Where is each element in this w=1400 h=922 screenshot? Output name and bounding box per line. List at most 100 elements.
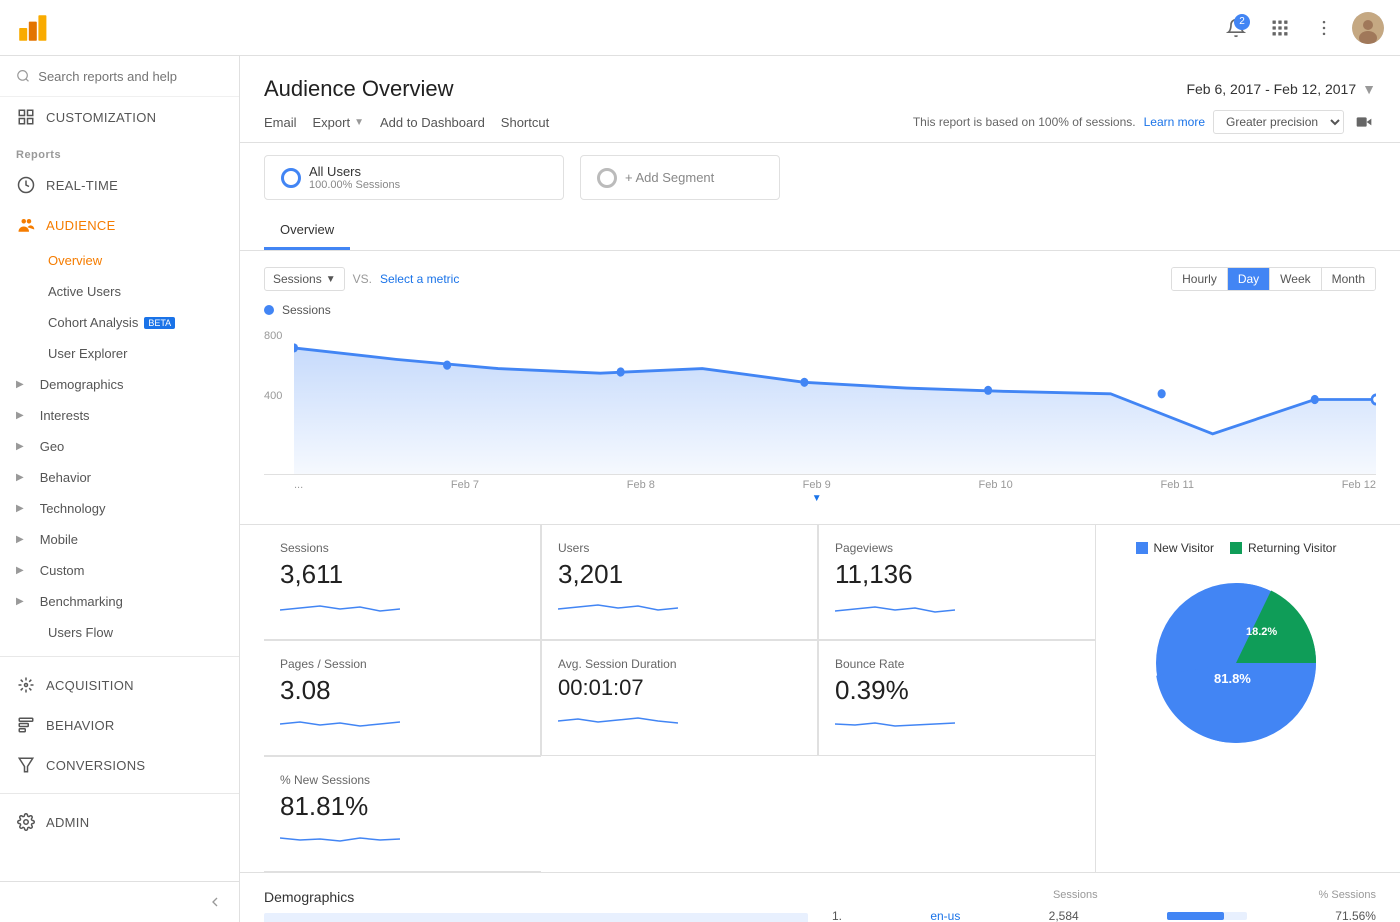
metric-avg-duration: Avg. Session Duration 00:01:07 <box>541 640 818 756</box>
x-label-feb8: Feb 8 <box>627 479 655 504</box>
sidebar-item-technology[interactable]: ▶ Technology <box>0 493 239 524</box>
avg-duration-sparkline <box>558 707 678 731</box>
expand-arrow-icon: ▶ <box>16 441 24 452</box>
sidebar-item-acquisition[interactable]: ACQUISITION <box>0 665 239 705</box>
precision-select[interactable]: Greater precision <box>1213 110 1344 134</box>
metrics-grid: Sessions 3,611 Users 3,201 Pageviews 11,… <box>264 525 1096 872</box>
help-icon[interactable] <box>1352 110 1376 134</box>
sidebar-item-behavior[interactable]: ▶ Behavior <box>0 462 239 493</box>
metric-bounce-rate-value: 0.39% <box>835 675 1079 706</box>
shortcut-button[interactable]: Shortcut <box>501 111 549 134</box>
time-btn-week[interactable]: Week <box>1270 268 1321 290</box>
metric-users-name: Users <box>558 541 801 555</box>
tab-bar: Overview <box>240 212 1400 251</box>
admin-icon <box>16 812 36 832</box>
content-header: Audience Overview Feb 6, 2017 - Feb 12, … <box>240 56 1400 102</box>
metrics-pie-row: Sessions 3,611 Users 3,201 Pageviews 11,… <box>240 524 1400 872</box>
sidebar-item-benchmarking[interactable]: ▶ Benchmarking <box>0 586 239 617</box>
returning-visitor-legend: Returning Visitor <box>1230 541 1337 555</box>
metric-sessions-name: Sessions <box>280 541 524 555</box>
grid-icon[interactable] <box>1264 12 1296 44</box>
sidebar-item-user-explorer[interactable]: User Explorer <box>0 338 239 369</box>
expand-arrow-icon: ▶ <box>16 410 24 421</box>
expand-arrow-icon: ▶ <box>16 534 24 545</box>
add-segment-button[interactable]: + Add Segment <box>580 155 780 200</box>
export-button[interactable]: Export <box>313 111 351 134</box>
learn-more-link[interactable]: Learn more <box>1144 115 1205 129</box>
export-dropdown[interactable]: Export ▼ <box>313 111 364 134</box>
sidebar-item-users-flow[interactable]: Users Flow <box>0 617 239 648</box>
y-label-400: 400 <box>264 390 282 402</box>
customization-icon <box>16 107 36 127</box>
pie-chart-container: New Visitor Returning Visitor <box>1096 525 1376 872</box>
time-btn-month[interactable]: Month <box>1322 268 1375 290</box>
metric-chevron-icon: ▼ <box>326 274 336 285</box>
time-btn-hourly[interactable]: Hourly <box>1172 268 1228 290</box>
sidebar-item-interests[interactable]: ▶ Interests <box>0 400 239 431</box>
pageviews-sparkline <box>835 596 955 620</box>
metric-users-value: 3,201 <box>558 559 801 590</box>
sidebar-search[interactable] <box>0 56 239 97</box>
sidebar-item-conversions[interactable]: CONVERSIONS <box>0 745 239 785</box>
x-label-feb9: Feb 9 ▼ <box>803 479 831 504</box>
segment-all-users[interactable]: All Users 100.00% Sessions <box>264 155 564 200</box>
report-info: This report is based on 100% of sessions… <box>913 110 1376 134</box>
tab-overview[interactable]: Overview <box>264 212 350 250</box>
app-logo <box>16 12 48 44</box>
export-chevron-icon: ▼ <box>354 117 364 128</box>
sidebar-item-admin[interactable]: ADMIN <box>0 802 239 842</box>
vs-text: VS. <box>353 272 372 286</box>
bounce-rate-sparkline <box>835 712 955 736</box>
metric-new-sessions: % New Sessions 81.81% <box>264 756 541 872</box>
sessions-sparkline <box>280 596 400 620</box>
expand-arrow-icon: ▶ <box>16 379 24 390</box>
metric-sessions: Sessions 3,611 <box>264 525 541 640</box>
chart-x-labels: ... Feb 7 Feb 8 Feb 9 ▼ Feb 10 Feb 11 Fe… <box>264 475 1376 508</box>
new-visitor-legend: New Visitor <box>1136 541 1214 555</box>
sidebar-item-geo[interactable]: ▶ Geo <box>0 431 239 462</box>
metric-select[interactable]: Sessions ▼ <box>264 267 345 291</box>
metric-new-sessions-name: % New Sessions <box>280 773 525 787</box>
y-label-800: 800 <box>264 330 282 342</box>
acquisition-icon <box>16 675 36 695</box>
sidebar: CUSTOMIZATION Reports REAL-TIME AUDIENCE… <box>0 56 240 922</box>
sidebar-item-mobile[interactable]: ▶ Mobile <box>0 524 239 555</box>
time-btn-day[interactable]: Day <box>1228 268 1270 290</box>
x-label-feb12: Feb 12 <box>1342 479 1376 504</box>
metric-label: Sessions <box>273 272 322 286</box>
user-avatar[interactable] <box>1352 12 1384 44</box>
search-input[interactable] <box>38 69 223 84</box>
chart-controls: Sessions ▼ VS. Select a metric Hourly Da… <box>264 267 1376 291</box>
sidebar-item-realtime[interactable]: REAL-TIME <box>0 165 239 205</box>
conversions-icon <box>16 755 36 775</box>
sidebar-item-behavior-nav[interactable]: BEHAVIOR <box>0 705 239 745</box>
email-button[interactable]: Email <box>264 111 297 134</box>
add-dashboard-button[interactable]: Add to Dashboard <box>380 111 485 134</box>
main-content: Audience Overview Feb 6, 2017 - Feb 12, … <box>240 56 1400 922</box>
notification-bell-icon[interactable]: 2 <box>1220 12 1252 44</box>
sidebar-item-overview[interactable]: Overview <box>0 245 239 276</box>
behavior-nav-label: BEHAVIOR <box>46 718 115 733</box>
users-sparkline <box>558 596 678 620</box>
sidebar-item-cohort-analysis[interactable]: Cohort Analysis BETA <box>0 307 239 338</box>
expand-arrow-icon: ▶ <box>16 503 24 514</box>
sidebar-item-customization[interactable]: CUSTOMIZATION <box>0 97 239 137</box>
admin-label: ADMIN <box>46 815 89 830</box>
language-tab-active[interactable]: Language ▶ <box>264 913 808 922</box>
sidebar-item-active-users[interactable]: Active Users <box>0 276 239 307</box>
topbar: 2 <box>0 0 1400 56</box>
expand-arrow-icon: ▶ <box>16 596 24 607</box>
lang-bar-1 <box>1167 912 1224 920</box>
sidebar-item-audience[interactable]: AUDIENCE <box>0 205 239 245</box>
date-range-selector[interactable]: Feb 6, 2017 - Feb 12, 2017 ▼ <box>1186 81 1376 97</box>
customization-label: CUSTOMIZATION <box>46 110 156 125</box>
select-metric-link[interactable]: Select a metric <box>380 272 459 286</box>
more-vertical-icon[interactable] <box>1308 12 1340 44</box>
segment-bar: All Users 100.00% Sessions + Add Segment <box>240 143 1400 212</box>
lang-link-1[interactable]: en-us <box>930 909 960 922</box>
sidebar-item-demographics[interactable]: ▶ Demographics <box>0 369 239 400</box>
sidebar-item-custom[interactable]: ▶ Custom <box>0 555 239 586</box>
sidebar-collapse-button[interactable] <box>0 881 239 922</box>
new-sessions-sparkline <box>280 828 400 852</box>
lang-num-1: 1. <box>832 909 842 922</box>
